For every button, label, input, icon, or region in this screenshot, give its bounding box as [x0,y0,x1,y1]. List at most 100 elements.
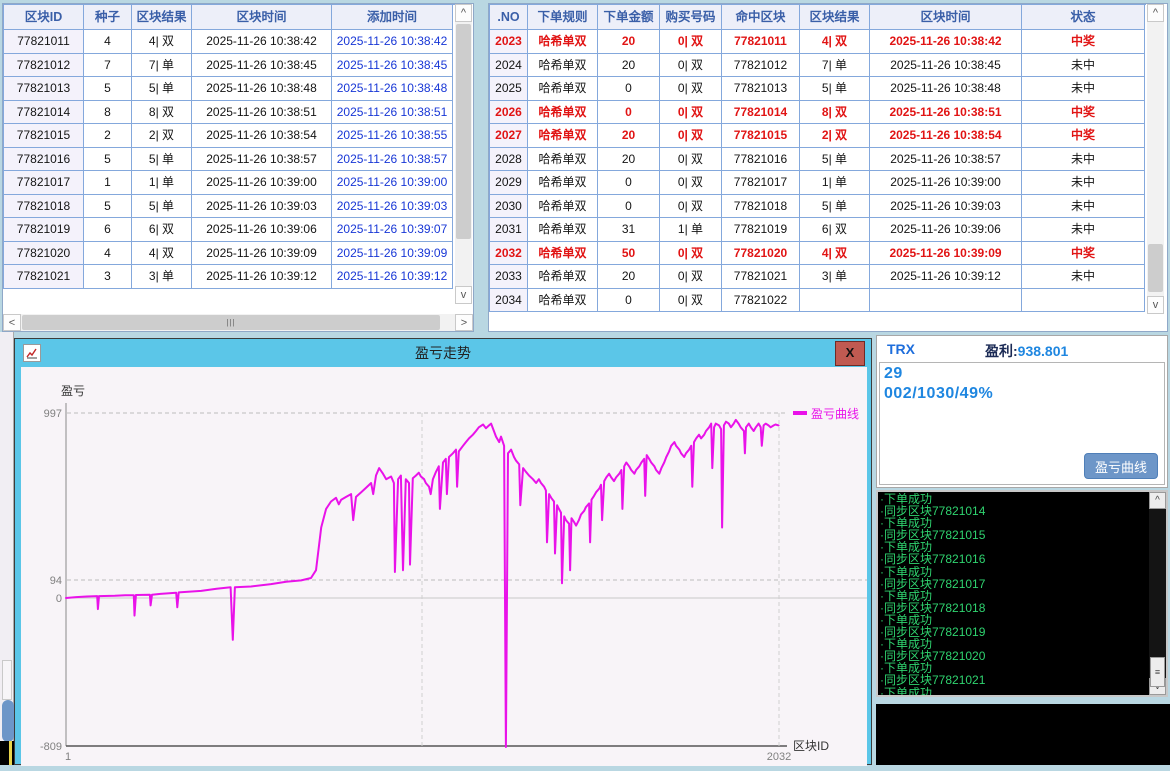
table-cell: 77821012 [722,54,800,78]
table-row[interactable]: 2030哈希单双00| 双778210185| 单2025-11-26 10:3… [490,195,1146,219]
table-row[interactable]: 2033哈希单双200| 双778210213| 单2025-11-26 10:… [490,265,1146,289]
scroll-down-icon[interactable]: v [1147,296,1164,314]
terminal-scrollbar[interactable]: ^ ≡ v [1149,492,1166,695]
terminal-line: ·同步区块77821015 [880,529,1146,541]
table-row[interactable]: 7782101144| 双2025-11-26 10:38:422025-11-… [4,30,455,54]
column-header[interactable]: 区块时间 [870,5,1022,30]
column-header[interactable]: .NO [490,5,528,30]
table-row[interactable]: 7782101711| 单2025-11-26 10:39:002025-11-… [4,171,455,195]
table-cell: 2025-11-26 10:38:51 [870,101,1022,125]
scroll-down-icon[interactable]: v [455,286,472,304]
column-header[interactable]: 命中区块 [722,5,800,30]
table-cell: 77821012 [4,54,84,78]
table-row[interactable]: 2025哈希单双00| 双778210135| 单2025-11-26 10:3… [490,77,1146,101]
table-cell: 2025-11-26 10:38:45 [870,54,1022,78]
table-cell: 20 [598,148,660,172]
background-button-fragment[interactable] [2,700,14,742]
scroll-up-icon[interactable]: ^ [1147,4,1164,22]
table-row[interactable]: 7782101488| 双2025-11-26 10:38:512025-11-… [4,101,455,125]
scroll-left-icon[interactable]: < [3,314,21,331]
table-cell: 20 [598,265,660,289]
table-row[interactable]: 7782101277| 单2025-11-26 10:38:452025-11-… [4,54,455,78]
table-cell: 2033 [490,265,528,289]
column-header[interactable]: 下单金额 [598,5,660,30]
table-cell: 77821013 [4,77,84,101]
column-header[interactable]: 区块时间 [192,5,332,30]
table-row[interactable]: 7782101522| 双2025-11-26 10:38:542025-11-… [4,124,455,148]
terminal-line: ·同步区块77821021 [880,674,1146,686]
table-header-row: 区块ID种子区块结果区块时间添加时间 [4,5,455,30]
table-row[interactable]: 2023哈希单双200| 双778210114| 双2025-11-26 10:… [490,30,1146,54]
table-row[interactable]: 2029哈希单双00| 双778210171| 单2025-11-26 10:3… [490,171,1146,195]
table-row[interactable]: 7782102044| 双2025-11-26 10:39:092025-11-… [4,242,455,266]
column-header[interactable]: 区块结果 [132,5,192,30]
legend-marker [793,411,807,415]
table-cell: 6| 双 [800,218,870,242]
table-cell: 0| 双 [660,148,722,172]
table-cell: 中奖 [1022,101,1145,125]
scroll-up-icon[interactable]: ^ [455,4,472,22]
column-header[interactable]: 下单规则 [528,5,598,30]
terminal-line: ·下单成功 [880,662,1146,674]
table-cell: 5| 单 [132,148,192,172]
table-cell: 哈希单双 [528,289,598,313]
table-row[interactable]: 7782102133| 单2025-11-26 10:39:122025-11-… [4,265,455,289]
table-cell: 77821016 [722,148,800,172]
table-cell: 77821011 [722,30,800,54]
table-cell: 2025-11-26 10:38:48 [192,77,332,101]
table-cell: 2032 [490,242,528,266]
table-cell: 哈希单双 [528,30,598,54]
table-cell: 中奖 [1022,242,1145,266]
stat-line-1: 29 [884,365,903,383]
terminal-line: ·下单成功 [880,614,1146,626]
table-cell: 77821021 [722,265,800,289]
table-cell: 2025-11-26 10:38:42 [192,30,332,54]
block-table-hscrollbar[interactable]: < ||| > [3,314,473,331]
table-cell: 7 [84,54,132,78]
stat-line-2: 002/1030/49% [884,385,993,403]
window-titlebar[interactable]: 盈亏走势 X [15,339,871,367]
column-header[interactable]: 状态 [1022,5,1145,30]
scroll-thumb[interactable]: ≡ [1150,657,1165,687]
table-cell: 哈希单双 [528,54,598,78]
table-cell: 0 [598,101,660,125]
table-cell: 2025-11-26 10:38:45 [332,54,453,78]
block-table-vscrollbar[interactable]: ^ v [455,4,472,304]
table-row[interactable]: 2034哈希单双00| 双77821022 [490,289,1146,313]
column-header[interactable]: 区块结果 [800,5,870,30]
column-header[interactable]: 购买号码 [660,5,722,30]
table-row[interactable]: 2026哈希单双00| 双778210148| 双2025-11-26 10:3… [490,101,1146,125]
table-cell: 3| 单 [132,265,192,289]
table-row[interactable]: 7782101655| 单2025-11-26 10:38:572025-11-… [4,148,455,172]
order-table-vscrollbar[interactable]: ^ v [1147,4,1164,314]
table-row[interactable]: 2027哈希单双200| 双778210152| 双2025-11-26 10:… [490,124,1146,148]
table-row[interactable]: 2024哈希单双200| 双778210127| 单2025-11-26 10:… [490,54,1146,78]
table-cell: 1| 单 [132,171,192,195]
scroll-thumb[interactable]: ||| [22,315,440,330]
table-row[interactable]: 2028哈希单双200| 双778210165| 单2025-11-26 10:… [490,148,1146,172]
column-header[interactable]: 添加时间 [332,5,453,30]
block-table: 区块ID种子区块结果区块时间添加时间7782101144| 双2025-11-2… [3,4,455,289]
table-cell: 2025-11-26 10:39:03 [870,195,1022,219]
table-row[interactable]: 2032哈希单双500| 双778210204| 双2025-11-26 10:… [490,242,1146,266]
table-cell: 77821019 [722,218,800,242]
table-cell: 77821018 [722,195,800,219]
table-row[interactable]: 7782101966| 双2025-11-26 10:39:062025-11-… [4,218,455,242]
table-cell: 2025-11-26 10:39:00 [332,171,453,195]
table-cell: 2025-11-26 10:38:57 [192,148,332,172]
table-row[interactable]: 7782101355| 单2025-11-26 10:38:482025-11-… [4,77,455,101]
table-cell: 未中 [1022,218,1145,242]
column-header[interactable]: 区块ID [4,5,84,30]
background-corner [0,741,14,765]
table-row[interactable]: 2031哈希单双311| 单778210196| 双2025-11-26 10:… [490,218,1146,242]
scroll-thumb[interactable] [1148,244,1163,292]
table-row[interactable]: 7782101855| 单2025-11-26 10:39:032025-11-… [4,195,455,219]
close-button[interactable]: X [835,341,865,366]
profit-curve-button[interactable]: 盈亏曲线 [1084,453,1158,479]
scroll-thumb[interactable] [456,24,471,239]
scroll-up-icon[interactable]: ^ [1149,492,1166,509]
ytick-94: 94 [50,575,62,587]
scroll-right-icon[interactable]: > [455,314,473,331]
table-cell: 77821021 [4,265,84,289]
column-header[interactable]: 种子 [84,5,132,30]
